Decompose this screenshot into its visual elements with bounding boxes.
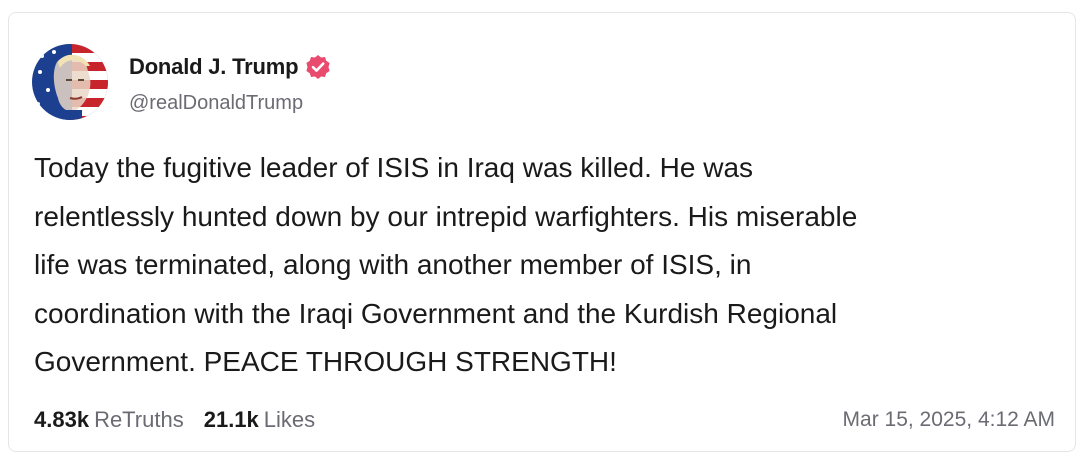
likes-label: Likes: [263, 407, 316, 432]
post-timestamp[interactable]: Mar 15, 2025, 4:12 AM: [843, 408, 1055, 432]
retruths-stat[interactable]: 4.83k ReTruths: [34, 407, 184, 433]
post-text: Today the fugitive leader of ISIS in Ira…: [34, 152, 858, 377]
post-card: Donald J. Trump @realDonaldTrump Today t…: [8, 12, 1076, 452]
author-name-row: Donald J. Trump: [129, 51, 331, 83]
avatar-image: [32, 44, 108, 120]
avatar[interactable]: [32, 44, 108, 120]
post-footer: 4.83k ReTruths 21.1k Likes Mar 15, 2025,…: [34, 405, 1055, 435]
retruths-count: 4.83k: [34, 407, 90, 432]
verified-badge-icon: [305, 54, 331, 80]
retruths-label: ReTruths: [94, 407, 184, 432]
likes-count: 21.1k: [203, 407, 259, 432]
author-display-name[interactable]: Donald J. Trump: [129, 54, 299, 80]
author-handle[interactable]: @realDonaldTrump: [129, 92, 303, 115]
likes-stat[interactable]: 21.1k Likes: [204, 407, 315, 433]
